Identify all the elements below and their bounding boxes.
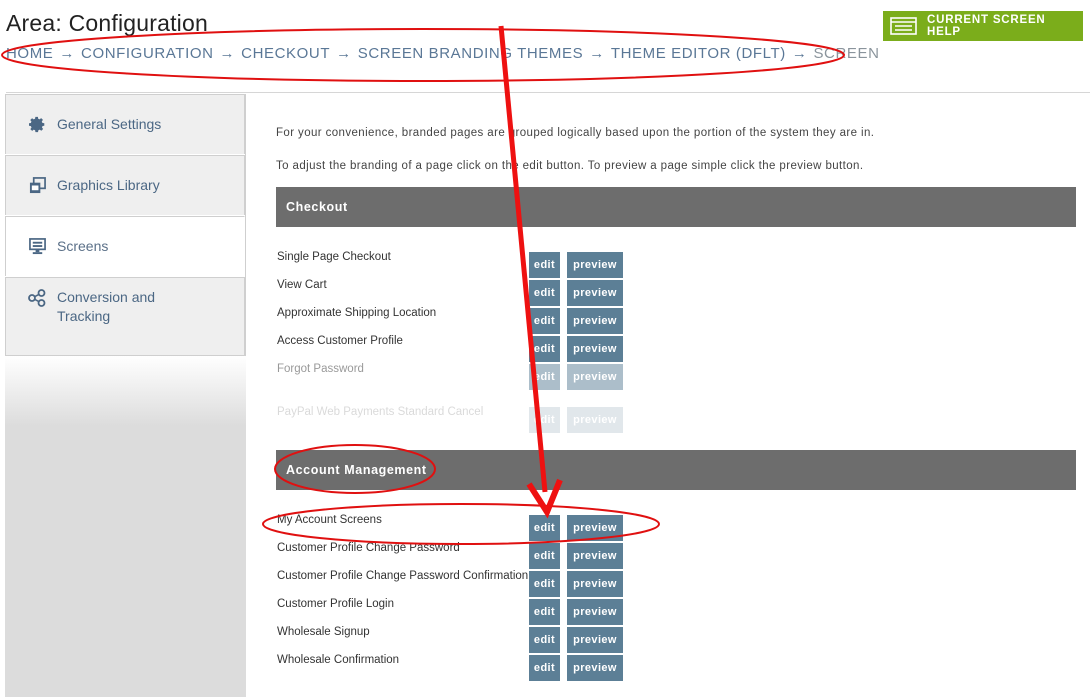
sidebar-item-screens[interactable]: Screens xyxy=(5,216,245,276)
sidebar-background xyxy=(5,356,246,697)
screen-name: Customer Profile Login xyxy=(277,598,394,610)
breadcrumb-home[interactable]: HOME xyxy=(6,45,53,62)
edit-button[interactable]: edit xyxy=(529,627,560,653)
preview-button[interactable]: preview xyxy=(567,336,623,362)
sidebar: General Settings Graphics Library Screen… xyxy=(5,94,246,697)
preview-button[interactable]: preview xyxy=(567,252,623,278)
list-item: Forgot Password edit preview xyxy=(276,362,676,390)
section-header-checkout: Checkout xyxy=(276,187,1076,227)
list-item: My Account Screens edit preview xyxy=(276,513,676,541)
preview-button[interactable]: preview xyxy=(567,571,623,597)
breadcrumb-separator: → xyxy=(59,45,76,62)
sidebar-item-general-settings[interactable]: General Settings xyxy=(5,94,245,154)
list-item: Approximate Shipping Location edit previ… xyxy=(276,306,676,334)
breadcrumb-checkout[interactable]: CHECKOUT xyxy=(241,45,330,62)
help-button-label: CURRENT SCREEN HELP xyxy=(927,14,1046,38)
intro-text: For your convenience, branded pages are … xyxy=(276,127,875,139)
sidebar-item-graphics-library[interactable]: Graphics Library xyxy=(5,155,245,215)
edit-button[interactable]: edit xyxy=(529,515,560,541)
screen-name: View Cart xyxy=(277,279,327,291)
section-header-account-management: Account Management xyxy=(276,450,1076,490)
edit-button[interactable]: edit xyxy=(529,364,560,390)
list-item: Single Page Checkout edit preview xyxy=(276,250,676,278)
list-item: Wholesale Signup edit preview xyxy=(276,625,676,653)
breadcrumb-configuration[interactable]: CONFIGURATION xyxy=(81,45,214,62)
breadcrumb-separator: → xyxy=(219,45,236,62)
sidebar-item-label: Graphics Library xyxy=(57,177,160,193)
screen-name: Forgot Password xyxy=(277,363,364,375)
screen-name: My Account Screens xyxy=(277,514,382,526)
screen-name: Wholesale Signup xyxy=(277,626,370,638)
screen-name: Approximate Shipping Location xyxy=(277,307,437,319)
breadcrumb-separator: → xyxy=(589,45,605,62)
sidebar-item-label: Screens xyxy=(57,238,109,254)
edit-button[interactable]: edit xyxy=(529,336,560,362)
sidebar-item-label: General Settings xyxy=(57,116,162,132)
preview-button[interactable]: preview xyxy=(567,515,623,541)
screen-name: Access Customer Profile xyxy=(277,335,403,347)
screen-name: Customer Profile Change Password xyxy=(277,542,460,554)
screen-name: Single Page Checkout xyxy=(277,251,391,263)
edit-button[interactable]: edit xyxy=(529,280,560,306)
preview-button[interactable]: preview xyxy=(567,599,623,625)
screen-name: Wholesale Confirmation xyxy=(277,654,400,666)
preview-button[interactable]: preview xyxy=(567,627,623,653)
preview-button[interactable]: preview xyxy=(567,308,623,334)
share-nodes-icon xyxy=(27,288,47,308)
sidebar-item-label: Conversion and Tracking xyxy=(57,289,156,324)
preview-button[interactable]: preview xyxy=(567,280,623,306)
breadcrumb-separator: → xyxy=(336,45,352,62)
gear-icon xyxy=(27,115,47,135)
list-item: Customer Profile Change Password Confirm… xyxy=(276,569,676,597)
edit-button[interactable]: edit xyxy=(529,308,560,334)
preview-button[interactable]: preview xyxy=(567,655,623,681)
list-item: Access Customer Profile edit preview xyxy=(276,334,676,362)
images-icon xyxy=(27,176,47,196)
sidebar-item-conversion-tracking[interactable]: Conversion and Tracking xyxy=(5,277,245,356)
screen-name: Customer Profile Change Password Confirm… xyxy=(277,570,529,582)
breadcrumb-screen: SCREEN xyxy=(813,45,880,62)
edit-button[interactable]: edit xyxy=(529,571,560,597)
list-item: Customer Profile Change Password edit pr… xyxy=(276,541,676,569)
breadcrumb-separator: → xyxy=(791,45,808,62)
list-item: Wholesale Confirmation edit preview xyxy=(276,653,676,681)
edit-button[interactable]: edit xyxy=(529,543,560,569)
edit-button[interactable]: edit xyxy=(529,252,560,278)
header-divider xyxy=(6,92,1090,93)
sidebar-border xyxy=(245,94,246,356)
monitor-icon xyxy=(27,237,47,257)
screen-name: PayPal Web Payments Standard Cancel xyxy=(277,406,484,418)
breadcrumb-screen-branding-themes[interactable]: SCREEN BRANDING THEMES xyxy=(358,45,583,62)
current-screen-help-button[interactable]: CURRENT SCREEN HELP xyxy=(883,11,1083,41)
breadcrumb: HOME → CONFIGURATION → CHECKOUT → SCREEN BRAND… xyxy=(6,45,880,62)
list-item: PayPal Web Payments Standard Cancel edit… xyxy=(276,405,676,433)
preview-button[interactable]: preview xyxy=(567,364,623,390)
list-item: Customer Profile Login edit preview xyxy=(276,597,676,625)
list-item: View Cart edit preview xyxy=(276,278,676,306)
page-title: Area: Configuration xyxy=(6,10,208,36)
help-screen-icon xyxy=(890,17,917,35)
edit-button[interactable]: edit xyxy=(529,407,560,433)
preview-button[interactable]: preview xyxy=(567,543,623,569)
intro-text-2: To adjust the branding of a page click o… xyxy=(276,160,864,172)
preview-button[interactable]: preview xyxy=(567,407,623,433)
edit-button[interactable]: edit xyxy=(529,599,560,625)
edit-button[interactable]: edit xyxy=(529,655,560,681)
breadcrumb-theme-editor[interactable]: THEME EDITOR (DFLT) xyxy=(611,45,786,62)
